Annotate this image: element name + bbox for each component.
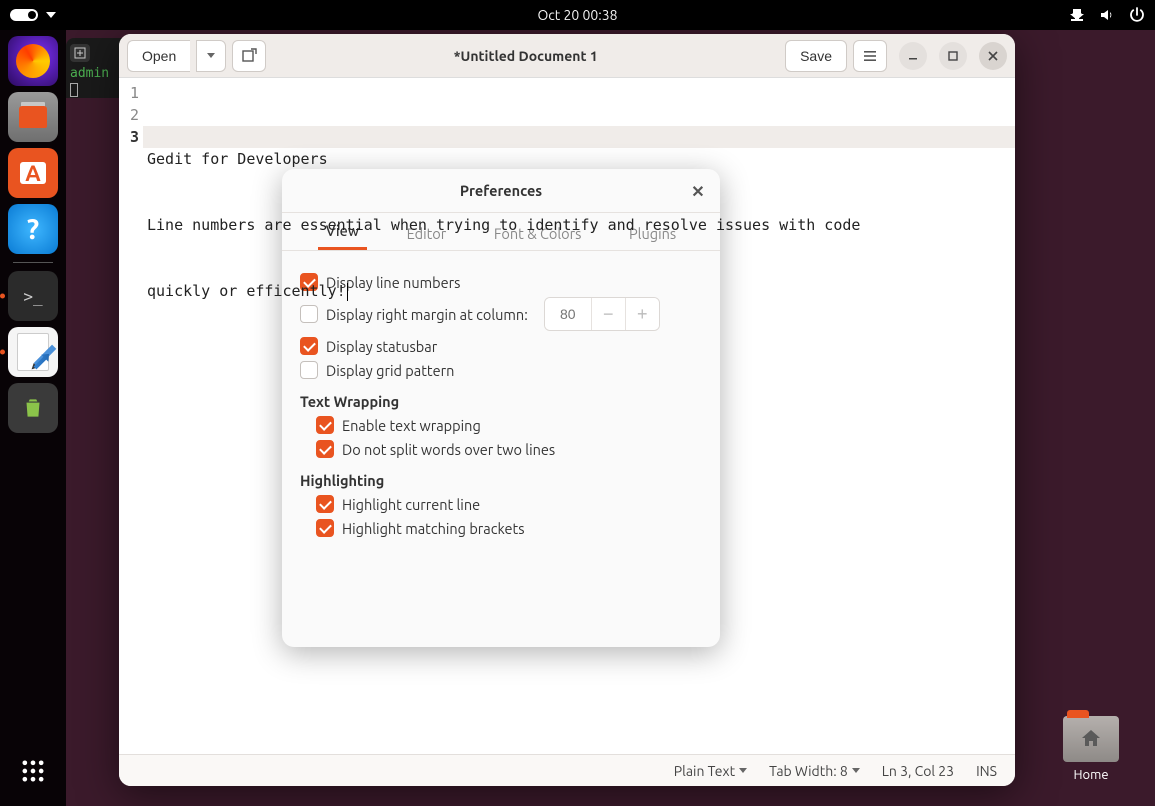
line-number: 2: [119, 104, 139, 126]
power-icon[interactable]: [1129, 7, 1145, 23]
label-enable-wrap: Enable text wrapping: [342, 417, 481, 434]
titlebar: Open *Untitled Document 1 Save: [119, 34, 1015, 78]
desktop-home-label: Home: [1063, 768, 1119, 782]
activities-pill[interactable]: [10, 9, 38, 21]
right-margin-stepper[interactable]: − +: [544, 297, 660, 331]
desktop-home-icon[interactable]: Home: [1063, 716, 1119, 782]
terminal-cursor: [70, 83, 78, 97]
current-line-highlight: [143, 126, 1015, 148]
editor-line: quickly or efficently!: [147, 282, 346, 300]
prefs-header: Preferences ✕: [282, 169, 720, 213]
section-text-wrapping: Text Wrapping: [300, 393, 702, 410]
label-right-margin: Display right margin at column:: [326, 306, 528, 323]
line-number: 1: [119, 82, 139, 104]
label-grid: Display grid pattern: [326, 362, 454, 379]
tab-width-selector[interactable]: Tab Width: 8: [769, 763, 860, 779]
chevron-down-icon: [207, 53, 215, 58]
line-number-current: 3: [119, 126, 139, 148]
terminal-prompt: admin: [70, 66, 109, 81]
line-number-gutter: 1 2 3: [119, 78, 143, 754]
minimize-button[interactable]: [899, 42, 927, 70]
dock: [0, 30, 66, 806]
checkbox-statusbar[interactable]: [300, 337, 318, 355]
dock-gedit[interactable]: [8, 327, 58, 377]
new-tab-button[interactable]: [232, 40, 266, 72]
right-margin-value[interactable]: [545, 298, 591, 330]
text-caret: [347, 283, 348, 301]
label-statusbar: Display statusbar: [326, 338, 437, 355]
chevron-down-icon: [46, 12, 56, 18]
clock[interactable]: Oct 20 00:38: [537, 7, 617, 23]
terminal-new-tab-icon[interactable]: [70, 44, 90, 62]
dock-show-apps[interactable]: [8, 746, 58, 796]
open-button[interactable]: Open: [127, 40, 190, 72]
dock-help[interactable]: [8, 204, 58, 254]
hamburger-menu-button[interactable]: [853, 40, 887, 72]
syntax-selector[interactable]: Plain Text: [674, 763, 747, 779]
editor-line: Line numbers are essential when trying t…: [147, 216, 860, 234]
maximize-button[interactable]: [939, 42, 967, 70]
prefs-title: Preferences: [460, 182, 542, 199]
open-recent-dropdown[interactable]: [196, 40, 226, 72]
checkbox-hl-brackets[interactable]: [316, 519, 334, 537]
editor-line: Gedit for Developers: [147, 150, 328, 168]
dock-terminal[interactable]: [8, 271, 58, 321]
chevron-down-icon: [852, 768, 860, 773]
dock-firefox[interactable]: [8, 36, 58, 86]
cursor-position: Ln 3, Col 23: [882, 763, 954, 779]
insert-mode: INS: [976, 763, 997, 779]
dock-separator: [13, 262, 53, 263]
prefs-close-button[interactable]: ✕: [686, 179, 710, 203]
dock-software[interactable]: [8, 148, 58, 198]
prefs-body: Display line numbers Display right margi…: [282, 251, 720, 647]
save-button[interactable]: Save: [785, 40, 847, 72]
network-icon[interactable]: [1069, 7, 1085, 23]
statusbar: Plain Text Tab Width: 8 Ln 3, Col 23 INS: [119, 754, 1015, 786]
checkbox-hl-current[interactable]: [316, 495, 334, 513]
activities-area[interactable]: [10, 9, 56, 21]
terminal-window-peek[interactable]: admin: [66, 38, 126, 98]
close-button[interactable]: [979, 42, 1007, 70]
stepper-minus[interactable]: −: [591, 298, 625, 330]
checkbox-grid[interactable]: [300, 361, 318, 379]
volume-icon[interactable]: [1099, 7, 1115, 23]
label-hl-brackets: Highlight matching brackets: [342, 520, 525, 537]
section-highlighting: Highlighting: [300, 472, 702, 489]
label-hl-current: Highlight current line: [342, 496, 480, 513]
checkbox-right-margin[interactable]: [300, 305, 318, 323]
preferences-dialog: Preferences ✕ View Editor Font & Colors …: [282, 169, 720, 647]
checkbox-enable-wrap[interactable]: [316, 416, 334, 434]
dock-trash[interactable]: [8, 383, 58, 433]
label-no-split: Do not split words over two lines: [342, 441, 555, 458]
window-title: *Untitled Document 1: [272, 48, 779, 64]
checkbox-no-split[interactable]: [316, 440, 334, 458]
dock-files[interactable]: [8, 92, 58, 142]
top-bar: Oct 20 00:38: [0, 0, 1155, 30]
chevron-down-icon: [739, 768, 747, 773]
stepper-plus[interactable]: +: [625, 298, 659, 330]
